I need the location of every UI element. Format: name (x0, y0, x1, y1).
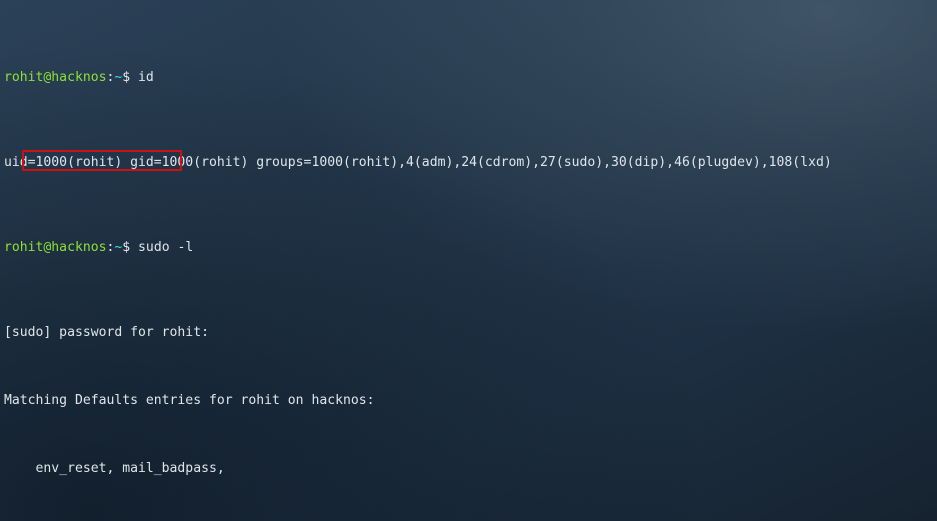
output-matching-defaults: Matching Defaults entries for rohit on h… (4, 393, 375, 408)
output-id-result: uid=1000(rohit) gid=1000(rohit) groups=1… (4, 155, 832, 170)
command-sudo-l: sudo -l (138, 240, 194, 255)
terminal-line-prompt: rohit@hacknos:~$ sudo -l (4, 239, 937, 256)
prompt-user-host: rohit@hacknos (4, 70, 107, 85)
command-id: id (138, 70, 154, 85)
prompt-sigil: $ (122, 70, 131, 85)
output-defaults-envreset: env_reset, mail_badpass, (4, 461, 225, 476)
terminal-window[interactable]: rohit@hacknos:~$ id uid=1000(rohit) gid=… (0, 0, 937, 521)
terminal-line-prompt: rohit@hacknos:~$ id (4, 69, 937, 86)
command-text (130, 70, 138, 85)
output-sudo-password-prompt: [sudo] password for rohit: (4, 325, 209, 340)
prompt-user-host: rohit@hacknos (4, 240, 107, 255)
prompt-sigil: $ (122, 240, 131, 255)
terminal-screen[interactable]: rohit@hacknos:~$ id uid=1000(rohit) gid=… (4, 1, 937, 521)
